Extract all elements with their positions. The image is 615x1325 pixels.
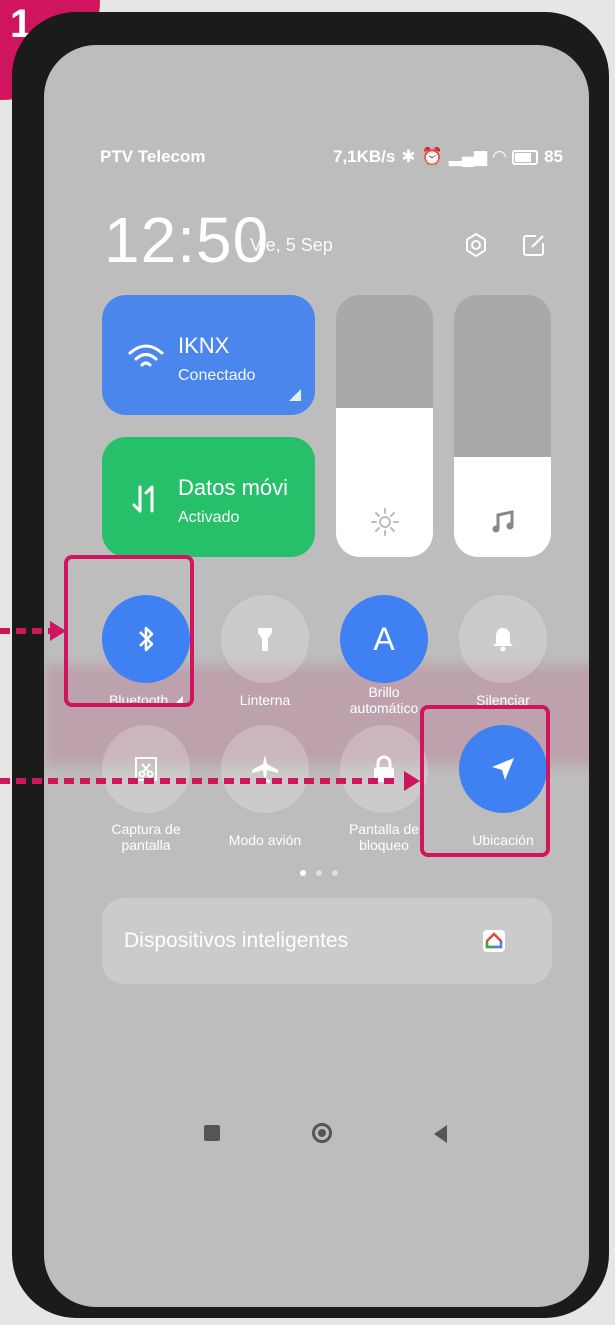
lock-screen-toggle[interactable]	[340, 725, 428, 813]
airplane-mode-label: Modo avión	[228, 832, 302, 848]
wifi-status-icon: ◠	[493, 147, 507, 166]
google-home-icon	[483, 930, 505, 952]
smart-devices-card[interactable]: Dispositivos inteligentes	[102, 898, 552, 984]
location-highlight-box	[420, 705, 550, 857]
signal-icon: ▂▄▆	[448, 147, 487, 166]
battery-level: 85	[544, 147, 563, 166]
back-icon[interactable]	[434, 1125, 447, 1143]
wifi-status: Conectado	[178, 367, 256, 384]
page-dot-2	[316, 870, 322, 876]
alarm-icon: ⏰	[421, 147, 443, 166]
bell-icon	[493, 628, 513, 652]
mobile-data-tile[interactable]: Datos móvi Activado	[102, 437, 315, 557]
navigation-bar	[44, 1095, 589, 1175]
network-speed: 7,1KB/s	[333, 147, 396, 166]
music-note-icon	[492, 510, 514, 533]
bluetooth-arrow-head	[50, 621, 66, 641]
volume-slider[interactable]	[454, 295, 551, 557]
wifi-network-name: IKNX	[178, 333, 230, 358]
edit-icon[interactable]	[520, 231, 548, 259]
recents-icon[interactable]	[204, 1125, 220, 1141]
wifi-icon	[128, 344, 164, 367]
bluetooth-highlight-box	[64, 555, 194, 707]
smart-devices-label: Dispositivos inteligentes	[124, 929, 349, 952]
page-dot-3	[332, 870, 338, 876]
location-arrow-head	[404, 771, 420, 791]
mobile-data-title: Datos móvi	[178, 475, 289, 500]
screenshot-label: Captura de pantalla	[111, 821, 181, 853]
sun-icon	[371, 508, 399, 536]
page-indicator	[300, 870, 338, 876]
bluetooth-status-icon: ✱	[401, 147, 416, 166]
auto-brightness-toggle[interactable]: A	[340, 595, 428, 683]
location-pointer-arrow	[0, 778, 396, 784]
page-dot-1	[300, 870, 306, 876]
battery-icon	[512, 149, 539, 165]
brightness-slider[interactable]	[336, 295, 433, 557]
wifi-tile[interactable]: IKNX Conectado	[102, 295, 315, 415]
auto-brightness-icon: A	[373, 620, 395, 657]
flashlight-label: Linterna	[239, 692, 291, 708]
settings-icon[interactable]	[462, 231, 490, 259]
bluetooth-pointer-arrow	[0, 628, 52, 634]
silence-toggle[interactable]	[459, 595, 547, 683]
flashlight-toggle[interactable]	[221, 595, 309, 683]
date: Vie, 5 Sep	[250, 235, 333, 255]
mobile-data-icon	[132, 485, 154, 513]
carrier-name: PTV Telecom	[100, 147, 206, 166]
screenshot-toggle[interactable]	[102, 725, 190, 813]
mobile-data-status: Activado	[178, 509, 240, 526]
flashlight-icon	[258, 628, 272, 651]
status-bar-right: 7,1KB/s ✱ ⏰ ▂▄▆ ◠ 85	[333, 147, 563, 167]
home-icon[interactable]	[312, 1123, 332, 1143]
clock: 12:50	[104, 204, 270, 276]
airplane-mode-toggle[interactable]	[221, 725, 309, 813]
expand-corner-icon	[289, 389, 301, 401]
